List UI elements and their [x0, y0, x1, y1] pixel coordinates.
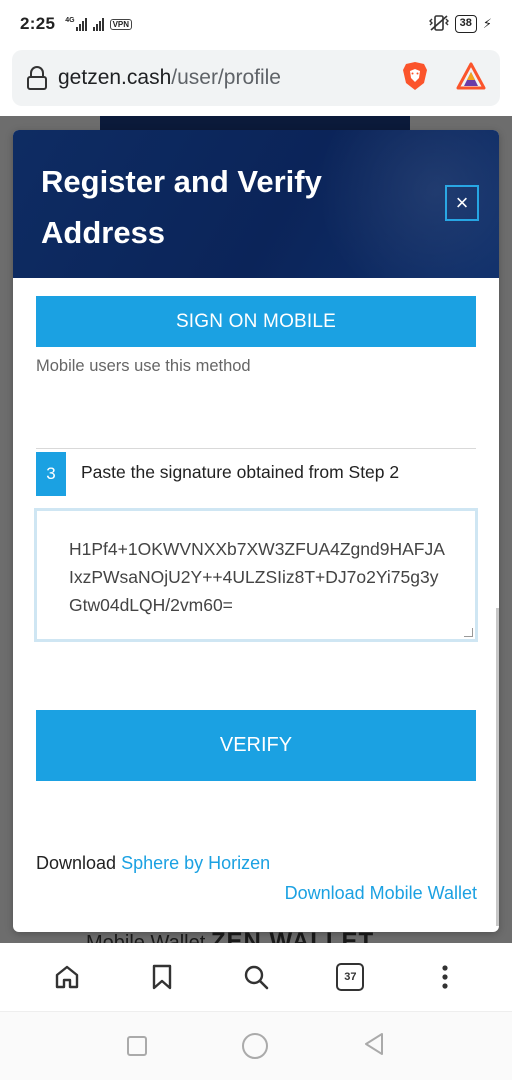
signal-icon [92, 17, 104, 31]
page-header-strip [100, 116, 410, 130]
bookmark-button[interactable] [140, 955, 184, 999]
modal-title: Register and Verify Address [41, 164, 322, 250]
sign-on-mobile-button[interactable]: SIGN ON MOBILE [36, 296, 476, 347]
divider [36, 448, 476, 449]
back-icon[interactable] [363, 1032, 385, 1061]
download-sphere-line: Download Sphere by Horizen [36, 853, 271, 873]
brave-shields-icon[interactable] [402, 61, 428, 96]
signal-4g-icon: 4G [65, 17, 87, 31]
status-bar: 2:25 4G VPN 38 ⚡ [0, 0, 512, 48]
bookmark-icon [152, 964, 171, 990]
brave-rewards-icon[interactable] [456, 62, 486, 95]
mobile-hint-text: Mobile users use this method [36, 357, 251, 375]
verify-button[interactable]: VERIFY [36, 710, 476, 781]
close-icon: × [455, 190, 469, 215]
tabs-button[interactable]: 37 [328, 955, 372, 999]
search-icon [244, 965, 269, 990]
sphere-link[interactable]: Sphere by Horizen [121, 853, 270, 873]
status-icons: 4G VPN [65, 17, 133, 31]
menu-button[interactable] [423, 955, 467, 999]
signature-value: H1Pf4+1OKWVNXXb7XW3ZFUA4Zgnd9HAFJAIxzPWs… [69, 539, 445, 615]
system-navigation-bar [0, 1011, 512, 1080]
home-nav-icon[interactable] [241, 1033, 268, 1059]
modal-header: Register and Verify Address × [13, 130, 499, 278]
step-number-badge: 3 [36, 452, 66, 496]
lock-icon[interactable] [26, 65, 48, 91]
more-vertical-icon [442, 965, 448, 989]
vibrate-icon [428, 14, 449, 34]
home-button[interactable] [45, 955, 89, 999]
vpn-icon: VPN [109, 18, 133, 30]
modal-body: SIGN ON MOBILE Mobile users use this met… [13, 278, 499, 932]
battery-indicator: 38 [454, 15, 477, 33]
signature-textarea[interactable]: H1Pf4+1OKWVNXXb7XW3ZFUA4Zgnd9HAFJAIxzPWs… [34, 508, 478, 642]
step-instruction: Paste the signature obtained from Step 2 [81, 462, 400, 482]
status-right: 38 ⚡ [428, 14, 492, 34]
url-text[interactable]: getzen.cash/user/profile [58, 66, 281, 90]
recents-icon[interactable] [127, 1036, 148, 1056]
close-button[interactable]: × [445, 185, 479, 221]
resize-handle-icon[interactable] [464, 628, 473, 637]
home-icon [55, 965, 79, 989]
download-mobile-wallet-link[interactable]: Download Mobile Wallet [285, 883, 477, 904]
tabs-count-icon: 37 [336, 963, 365, 991]
register-verify-modal: Register and Verify Address × SIGN ON MO… [13, 130, 499, 932]
search-button[interactable] [234, 955, 278, 999]
browser-address-area: getzen.cash/user/profile [0, 48, 512, 116]
address-bar[interactable]: getzen.cash/user/profile [12, 50, 500, 106]
browser-toolbar: 37 [0, 943, 512, 1011]
charging-icon: ⚡ [482, 16, 492, 31]
address-bar-actions [402, 61, 486, 96]
status-time: 2:25 [20, 14, 56, 33]
modal-scrollbar[interactable] [496, 608, 499, 926]
